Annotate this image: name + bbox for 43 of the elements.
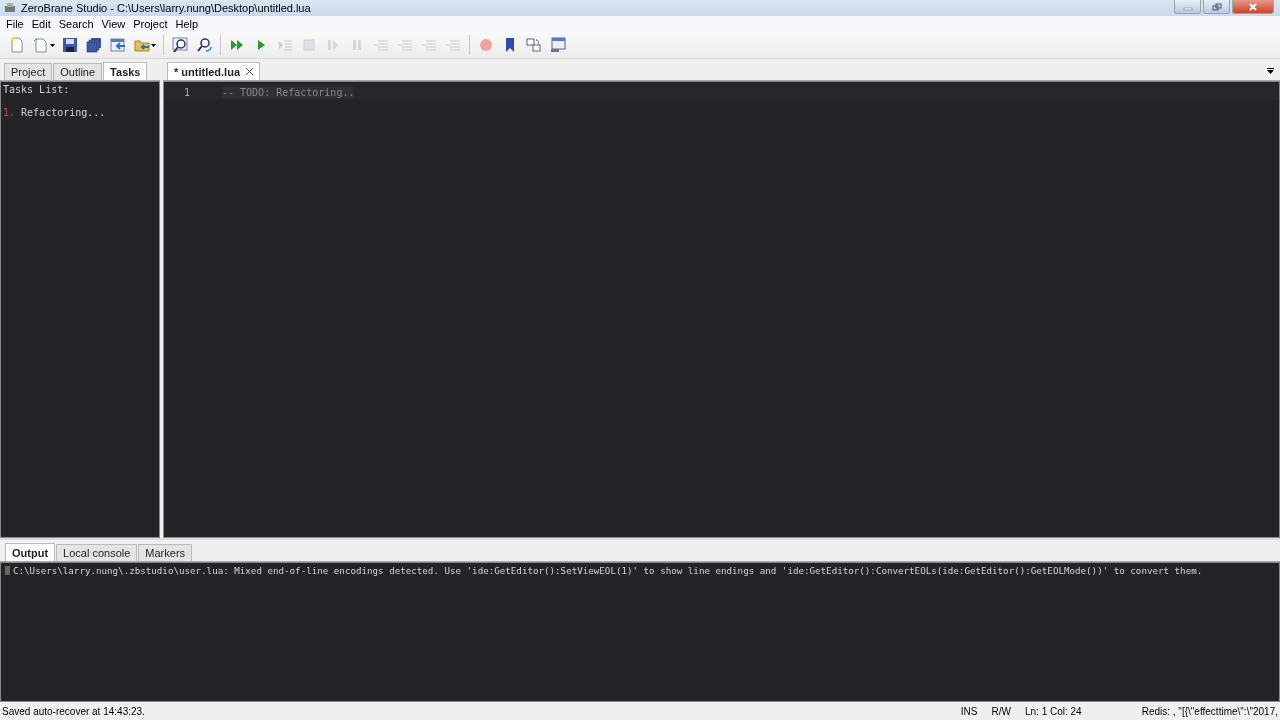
window-title: ZeroBrane Studio - C:\Users\larry.nung\Desktop\untitled.lua xyxy=(21,2,312,14)
windows-icon[interactable] xyxy=(526,37,542,53)
dropdown-arrow-icon[interactable] xyxy=(50,43,55,47)
menu-item[interactable]: Project xyxy=(129,18,172,30)
dropdown-arrow-icon[interactable] xyxy=(151,43,156,47)
monitor-icon[interactable] xyxy=(550,37,566,53)
tasks-heading: Tasks List: xyxy=(3,84,71,95)
restore-icon[interactable] xyxy=(1211,2,1222,11)
minimize-button[interactable] xyxy=(1174,0,1201,14)
task-item[interactable]: Refactoring... xyxy=(21,107,106,118)
access-mode: R/W xyxy=(991,705,1011,717)
output-message: C:\Users\larry.nung\.zbstudio\user.lua: Mixed end-of-line encodings detected. Use 'ide:GetEditor():SetViewEOL(1)' to show line endings and 'ide:GetEditor():ConvertEOLs(ide:GetEditor():GetEOLMode())' to convert them. xyxy=(13,565,1203,576)
output-marker xyxy=(5,566,10,575)
tab[interactable]: Output xyxy=(5,543,56,561)
line-number: 1 xyxy=(182,86,190,98)
close-icon[interactable] xyxy=(246,68,253,75)
magnifier-icon[interactable] xyxy=(196,37,212,53)
code-comment: -- TODO: Refactoring.. xyxy=(222,86,355,98)
tab[interactable]: Outline xyxy=(53,63,103,80)
code-editor[interactable]: 1 -- TODO: Refactoring.. xyxy=(163,81,1280,538)
folder-icon[interactable] xyxy=(134,37,150,53)
insert-mode: INS xyxy=(960,705,978,717)
tab[interactable]: Project xyxy=(4,63,53,80)
tab[interactable]: Local console xyxy=(56,544,138,561)
status-message: Saved auto-recover at 14:43:23. xyxy=(2,705,146,717)
menu-item[interactable]: File xyxy=(2,18,28,30)
task-number: 1. xyxy=(3,107,16,118)
magnifier-icon[interactable] xyxy=(172,37,188,53)
floppy-disks-icon[interactable] xyxy=(86,37,102,53)
status-extra: Redis: , "[{\"effecttime\":\"2017, xyxy=(1141,705,1278,717)
fast-forward-icon[interactable] xyxy=(229,37,245,53)
menu-item[interactable]: Edit xyxy=(27,18,55,30)
menu-item[interactable]: Help xyxy=(171,18,203,30)
close-button[interactable] xyxy=(1232,0,1274,14)
tab[interactable]: Markers xyxy=(138,544,193,561)
menu-item[interactable]: View xyxy=(97,18,130,30)
cursor-position: Ln: 1 Col: 24 xyxy=(1024,705,1082,717)
restore-button[interactable] xyxy=(1203,0,1230,14)
menu-item[interactable]: Search xyxy=(54,18,98,30)
tab-list-dropdown-icon[interactable] xyxy=(1267,68,1274,74)
tab[interactable]: * untitled.lua xyxy=(167,62,260,80)
app-icon xyxy=(4,3,16,13)
tab[interactable]: Tasks xyxy=(103,62,148,80)
